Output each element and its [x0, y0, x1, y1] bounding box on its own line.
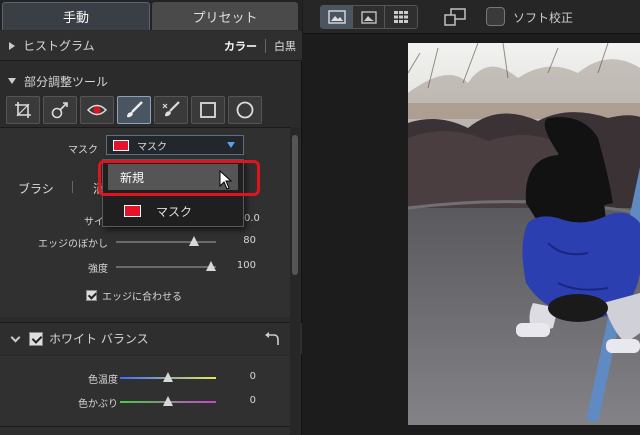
feather-slider-track[interactable] [116, 236, 216, 246]
feather-slider-row: エッジのぼかし 80 [0, 234, 290, 250]
single-image-icon [327, 10, 346, 24]
grid-view-button[interactable] [385, 6, 417, 28]
mouse-cursor-icon [219, 170, 233, 190]
red-eye-tool-button[interactable] [80, 96, 114, 124]
chevron-down-icon[interactable] [10, 332, 21, 342]
tint-slider-thumb[interactable] [163, 396, 173, 406]
histogram-color-option[interactable]: カラー [224, 38, 257, 54]
crop-icon [15, 102, 31, 118]
temperature-slider-row: 色温度 0 [0, 370, 290, 386]
brush-size-label: サイ [84, 217, 104, 228]
erase-brush-icon [162, 101, 180, 117]
mask-color-swatch [124, 205, 141, 217]
local-adjust-section-header[interactable]: 部分調整ツール [0, 68, 302, 94]
single-view-button[interactable] [321, 6, 353, 28]
photo-preview[interactable] [408, 43, 640, 425]
collapse-arrow-icon[interactable] [8, 78, 16, 84]
edge-snap-label: エッジに合わせる [102, 292, 182, 303]
feather-value: 80 [243, 235, 256, 246]
white-balance-enable-checkbox[interactable] [29, 331, 43, 346]
panel-scrollbar[interactable] [290, 127, 300, 435]
local-adjust-title: 部分調整ツール [24, 74, 109, 89]
divider [265, 38, 266, 53]
mask-select[interactable]: マスク [106, 135, 244, 155]
spot-heal-icon [51, 102, 68, 119]
image-viewer: ソフト校正 [303, 0, 640, 435]
soft-proof-checkbox[interactable] [486, 7, 505, 26]
strength-value: 100 [236, 260, 256, 271]
tab-brush[interactable]: ブラシ [18, 180, 54, 197]
feather-label: エッジのぼかし [38, 239, 108, 250]
expand-arrow-icon[interactable] [9, 41, 15, 50]
tint-label: 色かぶり [78, 399, 118, 410]
temperature-slider-track[interactable] [120, 372, 216, 382]
spot-heal-tool-button[interactable] [43, 96, 77, 124]
strength-slider-row: 強度 100 [0, 259, 290, 275]
rotate-view-icon[interactable] [443, 8, 467, 26]
tab-manual[interactable]: 手動 [2, 2, 150, 30]
mask-select-value: マスク [137, 141, 167, 153]
reset-icon[interactable] [264, 331, 280, 346]
feather-slider-thumb[interactable] [189, 236, 199, 246]
histogram-section-header[interactable]: ヒストグラム カラー 白黒 [0, 31, 302, 61]
tint-slider-track[interactable] [120, 396, 216, 406]
white-balance-section-header[interactable]: ホワイト バランス [0, 322, 302, 354]
temperature-value: 0 [249, 371, 256, 382]
compare-view-button[interactable] [353, 6, 385, 28]
temperature-label: 色温度 [88, 375, 118, 386]
red-eye-icon [87, 104, 107, 116]
histogram-mono-option[interactable]: 白黒 [274, 38, 296, 54]
circle-mask-tool-button[interactable] [228, 96, 262, 124]
white-balance-panel: 色温度 0 色かぶり 0 [0, 356, 290, 426]
menu-item-mask-label: マスク [156, 204, 193, 219]
circle-mask-icon [236, 101, 254, 119]
strength-slider-thumb[interactable] [206, 261, 216, 271]
strength-label: 強度 [88, 264, 108, 275]
local-adjust-toolbar [6, 96, 265, 126]
view-mode-group [320, 5, 418, 29]
soft-proof-label: ソフト校正 [513, 11, 574, 25]
menu-item-mask[interactable]: マスク [108, 200, 238, 222]
brush-tool-button[interactable] [117, 96, 151, 124]
strength-slider-track[interactable] [116, 261, 216, 271]
white-balance-title: ホワイト バランス [49, 332, 149, 346]
scrollbar-thumb[interactable] [292, 135, 298, 275]
erase-brush-tool-button[interactable] [154, 96, 188, 124]
histogram-title: ヒストグラム [23, 39, 95, 53]
highlight-annotation [98, 160, 260, 196]
child-photo-illustration [408, 43, 640, 425]
rect-mask-tool-button[interactable] [191, 96, 225, 124]
rect-mask-icon [200, 102, 216, 118]
panel-tabs: 手動 プリセット [0, 0, 302, 30]
tint-slider-row: 色かぶり 0 [0, 394, 290, 410]
viewer-toolbar: ソフト校正 [303, 0, 640, 34]
divider [72, 181, 73, 193]
image-icon [360, 10, 377, 24]
dropdown-arrow-icon [227, 142, 235, 148]
edge-snap-checkbox-row[interactable]: エッジに合わせる [86, 288, 182, 303]
mask-label: マスク [68, 145, 98, 156]
crop-tool-button[interactable] [6, 96, 40, 124]
tint-value: 0 [249, 395, 256, 406]
temperature-slider-thumb[interactable] [163, 372, 173, 382]
brush-size-value: 0.0 [244, 213, 260, 224]
tab-preset[interactable]: プリセット [152, 2, 298, 30]
mask-color-swatch [113, 139, 129, 151]
next-section-header[interactable] [0, 426, 290, 435]
brush-icon [127, 101, 143, 118]
grid-icon [394, 11, 408, 23]
edge-snap-checkbox[interactable] [86, 290, 97, 301]
